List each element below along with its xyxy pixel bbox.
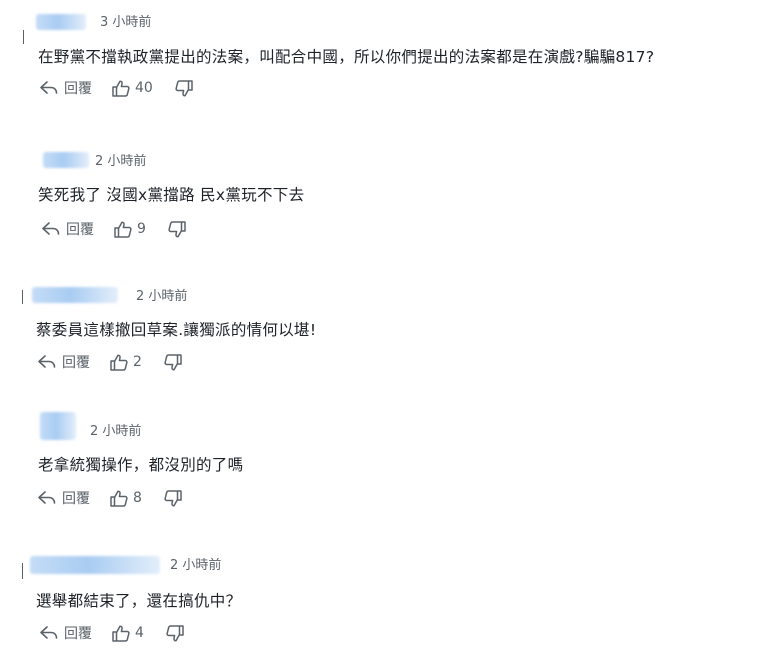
comment-actions: 回覆 40 [40, 78, 193, 98]
dislike-button[interactable] [164, 489, 182, 507]
reply-arrow-icon [40, 626, 64, 640]
thumbs-up-icon [112, 624, 135, 642]
thumbs-up-icon [112, 79, 135, 97]
like-button[interactable]: 8 [110, 489, 142, 507]
blurred-username[interactable] [40, 412, 76, 440]
reply-button[interactable]: 回覆 [40, 623, 92, 643]
reply-label: 回覆 [64, 626, 92, 642]
thumbs-down-icon [166, 624, 184, 642]
thumbs-up-icon [110, 489, 133, 507]
comment-time: 2 小時前 [136, 289, 188, 304]
thumbs-down-icon [164, 489, 182, 507]
like-count: 40 [135, 80, 153, 96]
like-button[interactable]: 40 [112, 79, 153, 97]
blurred-username[interactable] [30, 556, 160, 574]
thumbs-down-icon [168, 220, 186, 238]
reply-label: 回覆 [62, 491, 90, 507]
like-count: 9 [137, 221, 146, 237]
thumbs-up-icon [110, 353, 133, 371]
thumbs-down-icon [175, 79, 193, 97]
reply-label: 回覆 [66, 222, 94, 238]
blurred-username[interactable] [32, 287, 118, 303]
comment-time: 2 小時前 [95, 154, 147, 169]
reply-label: 回覆 [64, 81, 92, 97]
reply-button[interactable]: 回覆 [38, 488, 90, 508]
comment-actions: 回覆 8 [38, 488, 182, 508]
blurred-username[interactable] [36, 14, 86, 30]
thread-bar [23, 30, 24, 44]
dislike-button[interactable] [166, 624, 184, 642]
like-count: 4 [135, 625, 144, 641]
comment-actions: 回覆 9 [42, 219, 186, 239]
like-button[interactable]: 9 [114, 220, 146, 238]
comment-text: 笑死我了 沒國x黨擋路 民x黨玩不下去 [38, 186, 305, 204]
comment-time: 2 小時前 [170, 558, 222, 573]
thumbs-down-icon [164, 353, 182, 371]
comment-time: 3 小時前 [100, 15, 152, 30]
thread-bar [22, 290, 23, 304]
reply-button[interactable]: 回覆 [38, 352, 90, 372]
dislike-button[interactable] [164, 353, 182, 371]
reply-button[interactable]: 回覆 [42, 219, 94, 239]
comment-actions: 回覆 4 [40, 623, 184, 643]
comment-text: 蔡委員這樣撤回草案.讓獨派的情何以堪! [36, 321, 317, 339]
blurred-username[interactable] [43, 152, 89, 168]
reply-label: 回覆 [62, 355, 90, 371]
dislike-button[interactable] [168, 220, 186, 238]
reply-arrow-icon [40, 81, 64, 95]
reply-arrow-icon [42, 222, 66, 236]
like-count: 8 [133, 490, 142, 506]
like-count: 2 [133, 354, 142, 370]
thumbs-up-icon [114, 220, 137, 238]
reply-arrow-icon [38, 491, 62, 505]
reply-button[interactable]: 回覆 [40, 78, 92, 98]
comment-text: 選舉都結束了，還在搞仇中？ [36, 592, 242, 610]
like-button[interactable]: 4 [112, 624, 144, 642]
reply-arrow-icon [38, 355, 62, 369]
comment-text: 老拿統獨操作，都沒別的了嗎 [38, 456, 244, 474]
dislike-button[interactable] [175, 79, 193, 97]
comment-time: 2 小時前 [90, 424, 142, 439]
comment-actions: 回覆 2 [38, 352, 182, 372]
like-button[interactable]: 2 [110, 353, 142, 371]
comment-text: 在野黨不擋執政黨提出的法案，叫配合中國，所以你們提出的法案都是在演戲?騙騙817… [38, 48, 655, 66]
thread-bar [22, 563, 23, 579]
